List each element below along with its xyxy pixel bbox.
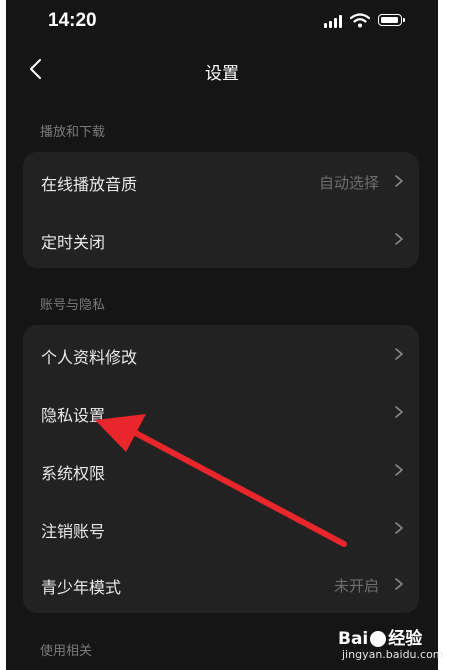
section-label-playback: 播放和下载 <box>40 125 106 140</box>
nav-bar: 设置 <box>6 50 438 90</box>
phone-screen: 14:20 设置 播放和下载 在线播放音质 自动选择 定时关闭 账号与隐私 个人… <box>6 0 438 670</box>
status-bar: 14:20 <box>6 0 438 44</box>
settings-row-system-permissions[interactable]: 系统权限 <box>23 441 419 499</box>
watermark-brand: Bai 经验 <box>338 624 422 649</box>
settings-row-profile-edit[interactable]: 个人资料修改 <box>23 325 419 383</box>
settings-row-teen-mode[interactable]: 青少年模式 未开启 <box>23 555 419 613</box>
row-value: 自动选择 <box>318 174 379 192</box>
page-title: 设置 <box>205 64 239 84</box>
section-label-account-privacy: 账号与隐私 <box>40 298 106 313</box>
settings-row-privacy[interactable]: 隐私设置 <box>23 383 419 441</box>
chevron-right-icon <box>395 522 403 534</box>
watermark-url: jingyan.baidu.com <box>342 648 444 661</box>
baidu-watermark: Bai 经验 jingyan.baidu.com <box>338 624 458 668</box>
chevron-right-icon <box>395 464 403 476</box>
row-label: 个人资料修改 <box>41 348 138 367</box>
chevron-right-icon <box>395 406 403 418</box>
row-label: 注销账号 <box>41 522 106 541</box>
chevron-right-icon <box>395 578 403 590</box>
battery-icon <box>378 14 405 26</box>
chevron-right-icon <box>395 175 403 187</box>
watermark-brand-left: Bai <box>338 629 369 649</box>
paw-icon <box>370 631 387 647</box>
watermark-brand-right: 经验 <box>388 629 423 649</box>
row-value: 未开启 <box>333 577 379 595</box>
row-label: 在线播放音质 <box>41 175 138 194</box>
chevron-right-icon <box>395 233 403 245</box>
row-label: 青少年模式 <box>41 578 122 597</box>
row-label: 定时关闭 <box>41 233 106 252</box>
settings-row-sleep-timer[interactable]: 定时关闭 <box>23 210 419 268</box>
row-label: 隐私设置 <box>41 406 106 425</box>
chevron-right-icon <box>395 348 403 360</box>
card-playback: 在线播放音质 自动选择 定时关闭 <box>23 152 419 268</box>
card-account-privacy: 个人资料修改 隐私设置 系统权限 注销账号 青少年模式 未开启 <box>23 325 419 613</box>
status-time: 14:20 <box>48 10 97 31</box>
signal-icon <box>324 15 344 28</box>
settings-row-audio-quality[interactable]: 在线播放音质 自动选择 <box>23 152 419 210</box>
settings-row-delete-account[interactable]: 注销账号 <box>23 499 419 557</box>
row-label: 系统权限 <box>41 464 106 483</box>
section-label-usage: 使用相关 <box>40 644 93 659</box>
wifi-icon <box>350 13 370 28</box>
